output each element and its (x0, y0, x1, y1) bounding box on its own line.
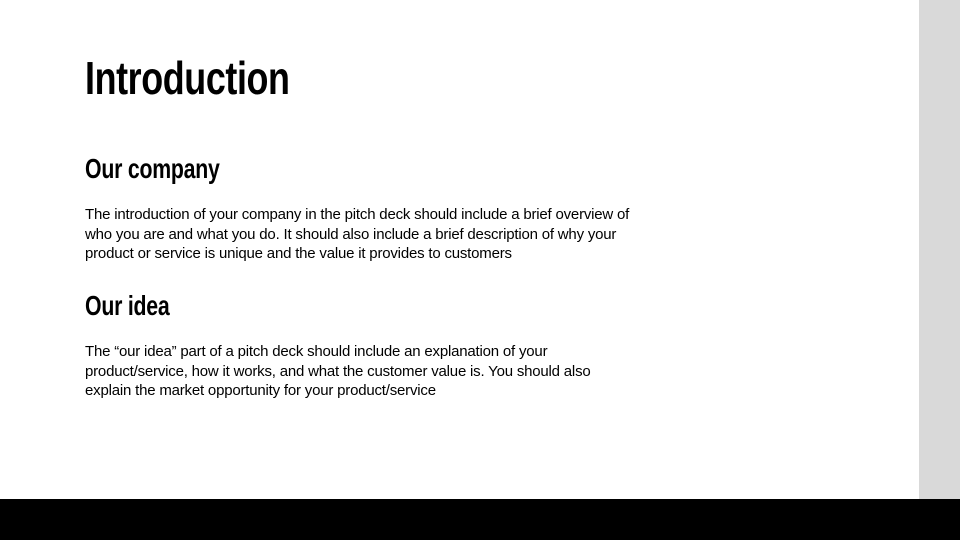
section-heading-our-idea: Our idea (85, 290, 170, 321)
body-line: who you are and what you do. It should a… (85, 225, 617, 243)
section-body-our-idea: The “our idea” part of a pitch deck shou… (85, 342, 705, 401)
body-line: product/service, how it works, and what … (85, 362, 591, 380)
slide: Introduction Our company The introductio… (0, 0, 919, 499)
body-line: The “our idea” part of a pitch deck shou… (85, 343, 548, 360)
section-heading-our-company: Our company (85, 153, 220, 184)
slide-title: Introduction (85, 52, 290, 104)
section-body-our-company: The introduction of your company in the … (85, 205, 705, 264)
bottom-bar (0, 499, 960, 540)
body-line: The introduction of your company in the … (85, 206, 630, 223)
body-line: explain the market opportunity for your … (85, 382, 436, 399)
body-line: product or service is unique and the val… (85, 245, 512, 262)
side-panel (919, 0, 960, 499)
